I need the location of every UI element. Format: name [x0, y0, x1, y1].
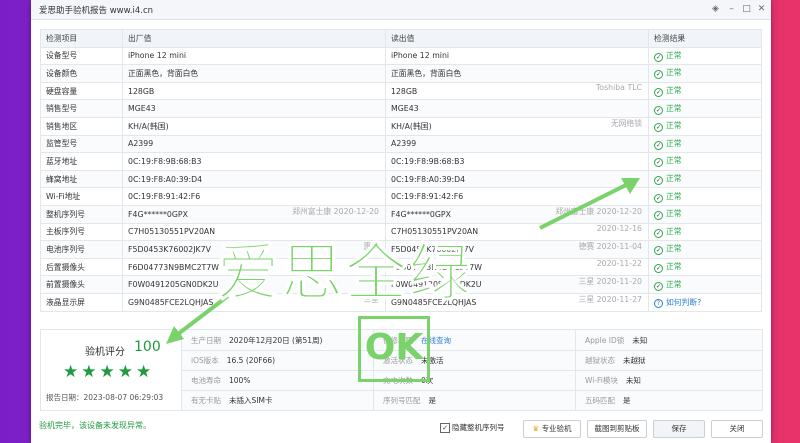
overlay-ok-badge: OK — [358, 316, 430, 382]
overlay-headline: 爱思全绿 — [216, 236, 474, 310]
arrow-to-score-head — [166, 326, 184, 344]
arrow-to-results — [539, 182, 629, 230]
